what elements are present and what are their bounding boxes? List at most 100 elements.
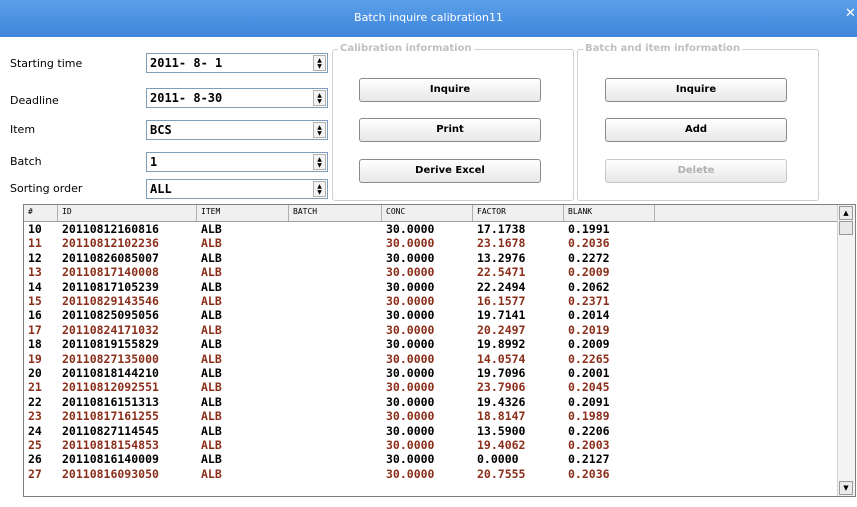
- deadline-picker[interactable]: 2011- 8-30 ▲ ▼: [146, 88, 328, 108]
- batch-inquire-button[interactable]: Inquire: [605, 78, 787, 102]
- item-select[interactable]: BCS ▲ ▼: [146, 120, 328, 140]
- deadline-label: Deadline: [10, 94, 59, 107]
- table-cell: 0.2272: [568, 250, 610, 265]
- table-row[interactable]: 21 20110812092551 ALB 30.0000 23.7906 0.2045: [24, 380, 838, 394]
- table-cell: 20110816140009: [62, 452, 159, 467]
- vertical-scrollbar[interactable]: ▲ ▼: [837, 205, 855, 496]
- spin-icon[interactable]: ▲ ▼: [313, 90, 326, 106]
- add-button[interactable]: Add: [605, 118, 787, 142]
- table-cell: 0.2036: [568, 466, 610, 481]
- table-cell: 0.2206: [568, 423, 610, 438]
- scroll-down-icon[interactable]: ▼: [839, 481, 853, 495]
- spin-icon[interactable]: ▲ ▼: [313, 154, 326, 170]
- spin-icon[interactable]: ▲ ▼: [313, 122, 326, 138]
- table-cell: 30.0000: [386, 236, 435, 251]
- column-header[interactable]: FACTOR: [477, 207, 506, 216]
- table-cell: ALB: [201, 366, 222, 380]
- table-cell: 30.0000: [386, 250, 435, 265]
- table-cell: ALB: [201, 279, 222, 294]
- table-cell: 0.2036: [568, 236, 610, 251]
- table-cell: 0.2127: [568, 452, 610, 467]
- table-row[interactable]: 22 20110816151313 ALB 30.0000 19.4326 0.2091: [24, 395, 838, 409]
- table-cell: 30.0000: [386, 265, 435, 280]
- table-cell: 0.2014: [568, 308, 610, 323]
- table-cell: 0.2009: [568, 265, 610, 280]
- column-header[interactable]: ID: [62, 207, 72, 216]
- table-cell: 20110818144210: [62, 366, 159, 380]
- table-row[interactable]: 20 20110818144210 ALB 30.0000 19.7096 0.2001: [24, 366, 838, 380]
- table-cell: 20110817161255: [62, 409, 159, 424]
- table-cell: 0.2062: [568, 279, 610, 294]
- table-row[interactable]: 15 20110829143546 ALB 30.0000 16.1577 0.2371: [24, 294, 838, 308]
- scroll-thumb[interactable]: [839, 221, 853, 235]
- spin-icon[interactable]: ▲ ▼: [313, 181, 326, 197]
- table-cell: 16.1577: [477, 294, 526, 308]
- table-cell: 20110817105239: [62, 279, 159, 294]
- table-cell: 20110818154853: [62, 438, 159, 452]
- derive-excel-button[interactable]: Derive Excel: [359, 159, 541, 183]
- table-cell: 0.1991: [568, 222, 610, 236]
- table-cell: 0.2019: [568, 322, 610, 337]
- table-row[interactable]: 26 20110816140009 ALB 30.0000 0.0000 0.2127: [24, 452, 838, 466]
- table-cell: 0.2371: [568, 294, 610, 308]
- table-row[interactable]: 12 20110826085007 ALB 30.0000 13.2976 0.2272: [24, 251, 838, 265]
- table-cell: ALB: [201, 294, 222, 308]
- table-cell: 20.7555: [477, 466, 526, 481]
- table-row[interactable]: 24 20110827114545 ALB 30.0000 13.5900 0.2206: [24, 424, 838, 438]
- table-row[interactable]: 16 20110825095056 ALB 30.0000 19.7141 0.2014: [24, 308, 838, 322]
- table-cell: 30.0000: [386, 452, 435, 467]
- table-cell: 30.0000: [386, 409, 435, 424]
- table-cell: 20110812092551: [62, 380, 159, 395]
- scroll-up-icon[interactable]: ▲: [839, 206, 853, 220]
- table-row[interactable]: 13 20110817140008 ALB 30.0000 22.5471 0.2009: [24, 265, 838, 279]
- table-row[interactable]: 14 20110817105239 ALB 30.0000 22.2494 0.2062: [24, 280, 838, 294]
- calibration-inquire-button[interactable]: Inquire: [359, 78, 541, 102]
- table-cell: 0.2009: [568, 337, 610, 352]
- table-cell: 18.8147: [477, 409, 526, 424]
- table-row[interactable]: 17 20110824171032 ALB 30.0000 20.2497 0.2019: [24, 323, 838, 337]
- table-cell: 30.0000: [386, 222, 435, 236]
- batch-value: 1: [150, 155, 158, 169]
- table-cell: 26: [28, 452, 42, 467]
- table-row[interactable]: 23 20110817161255 ALB 30.0000 18.8147 0.1989: [24, 409, 838, 423]
- table-cell: 19: [28, 351, 42, 366]
- column-header[interactable]: BLANK: [568, 207, 592, 216]
- column-header[interactable]: #: [28, 207, 33, 216]
- table-cell: 22.2494: [477, 279, 526, 294]
- batch-select[interactable]: 1 ▲ ▼: [146, 152, 328, 172]
- table-cell: ALB: [201, 265, 222, 280]
- table-cell: 23.1678: [477, 236, 526, 251]
- close-icon[interactable]: ✕: [845, 6, 857, 21]
- table-row[interactable]: 27 20110816093050 ALB 30.0000 20.7555 0.2036: [24, 467, 838, 481]
- starting-time-picker[interactable]: 2011- 8- 1 ▲ ▼: [146, 53, 328, 73]
- table-cell: 20.2497: [477, 322, 526, 337]
- table-cell: 20110812102236: [62, 236, 159, 251]
- starting-time-value: 2011- 8- 1: [150, 56, 223, 70]
- table-row[interactable]: 11 20110812102236 ALB 30.0000 23.1678 0.2036: [24, 236, 838, 250]
- table-row[interactable]: 18 20110819155829 ALB 30.0000 19.8992 0.2009: [24, 337, 838, 351]
- table-cell: 20110816151313: [62, 394, 159, 409]
- table-cell: 24: [28, 423, 42, 438]
- delete-button[interactable]: Delete: [605, 159, 787, 183]
- table-cell: 11: [28, 236, 42, 251]
- column-header[interactable]: BATCH: [293, 207, 317, 216]
- table-row[interactable]: 19 20110827135000 ALB 30.0000 14.0574 0.2265: [24, 352, 838, 366]
- sorting-order-select[interactable]: ALL ▲ ▼: [146, 179, 328, 199]
- table-cell: 20110819155829: [62, 337, 159, 352]
- table-cell: 23.7906: [477, 380, 526, 395]
- print-button[interactable]: Print: [359, 118, 541, 142]
- table-cell: 21: [28, 380, 42, 395]
- column-header[interactable]: ITEM: [201, 207, 220, 216]
- table-row[interactable]: 25 20110818154853 ALB 30.0000 19.4062 0.2003: [24, 438, 838, 452]
- column-header[interactable]: CONC: [386, 207, 405, 216]
- table-cell: 30.0000: [386, 351, 435, 366]
- table-cell: 30.0000: [386, 279, 435, 294]
- table-cell: 20110827114545: [62, 423, 159, 438]
- table-cell: 30.0000: [386, 322, 435, 337]
- table-row[interactable]: 10 20110812160816 ALB 30.0000 17.1738 0.1991: [24, 222, 838, 236]
- spin-icon[interactable]: ▲ ▼: [313, 55, 326, 71]
- table-cell: 20110817140008: [62, 265, 159, 280]
- sorting-order-value: ALL: [150, 182, 172, 196]
- table-cell: ALB: [201, 250, 222, 265]
- table-cell: 13.5900: [477, 423, 526, 438]
